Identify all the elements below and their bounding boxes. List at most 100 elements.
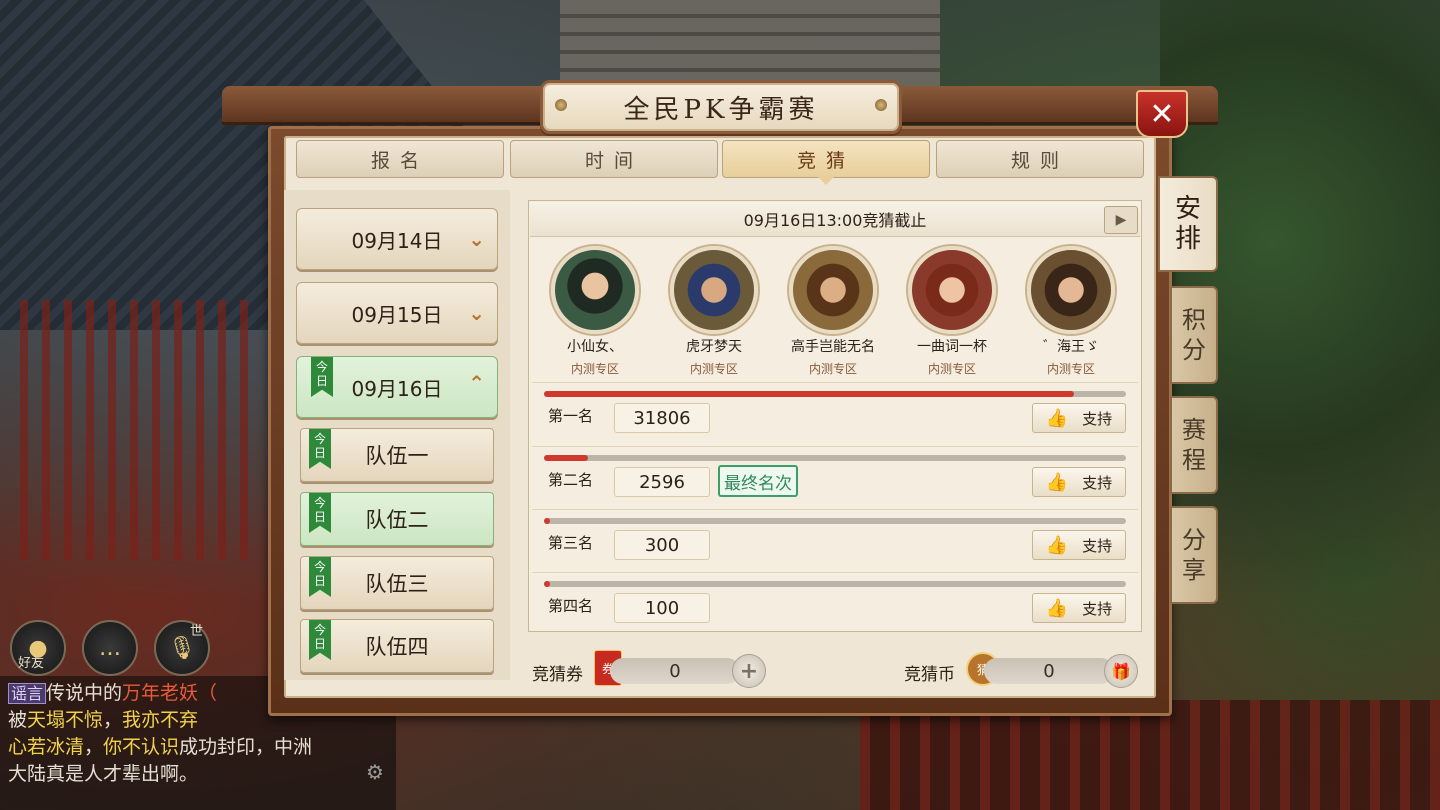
today-ribbon: 今日: [309, 429, 331, 469]
chat-player-name[interactable]: 天塌不惊: [27, 709, 103, 731]
vote-count: 300: [614, 530, 710, 560]
support-label: 支持: [1082, 536, 1113, 555]
tab-guess[interactable]: 竞猜: [722, 140, 930, 185]
player-card[interactable]: ゛海王ゞ 内测专区: [1016, 246, 1126, 377]
player-card[interactable]: 高手岂能无名 内测专区: [778, 246, 888, 377]
rank-row-1: 第一名 31806 👍 支持: [532, 382, 1138, 441]
rank-label: 第四名: [548, 597, 594, 615]
today-ribbon: 今日: [309, 493, 331, 533]
close-button[interactable]: ✕: [1136, 90, 1188, 138]
side-tab-label: 安排: [1175, 194, 1202, 254]
title-stud-icon: [875, 99, 887, 111]
coin-label: 竞猜币: [904, 665, 955, 685]
chat-text: （: [198, 682, 218, 704]
today-ribbon: 今日: [309, 620, 331, 660]
side-tab-label: 积分: [1182, 306, 1206, 364]
team-label: 队伍四: [365, 635, 429, 659]
tab-signup[interactable]: 报名: [296, 140, 504, 178]
vote-bar-fill: [544, 391, 1074, 397]
date-item-0915[interactable]: 09月15日 ⌄: [296, 282, 498, 344]
support-button[interactable]: 👍 支持: [1032, 593, 1126, 623]
video-camera-icon[interactable]: ▶: [1104, 206, 1138, 234]
rank-row-2: 第二名 2596 最终名次 👍 支持: [532, 446, 1138, 505]
support-label: 支持: [1082, 599, 1113, 618]
rank-row-3: 第三名 300 👍 支持: [532, 509, 1138, 568]
rank-row-4: 第四名 100 👍 支持: [532, 572, 1138, 631]
date-label: 09月14日: [351, 228, 443, 253]
side-tab-points[interactable]: 积分: [1170, 286, 1218, 384]
vote-bar: [544, 455, 1126, 461]
player-avatar: [1027, 246, 1115, 334]
chat-text: ，: [84, 736, 104, 758]
chat-text: 成功封印，中洲: [179, 736, 313, 758]
chat-settings-gear-icon[interactable]: ⚙: [366, 760, 388, 784]
chat-player-name[interactable]: 心若冰清: [8, 736, 84, 758]
player-name: 虎牙梦天: [686, 339, 742, 355]
tab-rules[interactable]: 规则: [936, 140, 1144, 178]
date-label: 09月16日: [351, 376, 443, 401]
dialog-title-text: 全民PK争霸赛: [623, 94, 819, 125]
tab-time[interactable]: 时间: [510, 140, 718, 178]
vote-bar-fill: [544, 581, 550, 587]
player-zone: 内测专区: [1046, 362, 1095, 376]
dialog-title: 全民PK争霸赛: [540, 80, 902, 134]
player-avatar: [551, 246, 639, 334]
chat-text: 被: [8, 709, 28, 731]
thumbs-up-icon: 👍: [1045, 597, 1069, 619]
chat-text: ，: [103, 709, 123, 731]
ticket-count: 0: [610, 658, 740, 684]
thumbs-up-icon: 👍: [1045, 534, 1069, 556]
today-ribbon: 今日: [311, 357, 333, 397]
chat-button[interactable]: …: [82, 620, 138, 676]
chat-highlight: 万年老妖: [122, 682, 199, 704]
add-ticket-plus-icon[interactable]: +: [732, 654, 766, 688]
today-ribbon: 今日: [309, 557, 331, 597]
player-zone: 内测专区: [808, 362, 857, 376]
player-zone: 内测专区: [570, 362, 619, 376]
support-label: 支持: [1082, 409, 1113, 428]
side-tab-schedule[interactable]: 安排: [1158, 176, 1218, 272]
vote-bar: [544, 581, 1126, 587]
side-tab-label: 赛程: [1182, 416, 1206, 474]
team-item-4[interactable]: 今日 队伍四: [300, 619, 494, 673]
close-icon: ✕: [1149, 96, 1175, 132]
player-card[interactable]: 一曲词一杯 内测专区: [897, 246, 1007, 377]
chevron-up-icon: ⌃: [468, 371, 485, 395]
player-avatar: [789, 246, 877, 334]
world-channel-label: 世: [190, 624, 204, 639]
support-button[interactable]: 👍 支持: [1032, 530, 1126, 560]
date-label: 09月15日: [351, 302, 443, 327]
player-name: 小仙女、: [567, 339, 623, 355]
chat-player-name[interactable]: 你不认识: [103, 736, 179, 758]
team-item-1[interactable]: 今日 队伍一: [300, 428, 494, 482]
date-item-0916[interactable]: 今日 09月16日 ⌃: [296, 356, 498, 418]
team-item-2[interactable]: 今日 队伍二: [300, 492, 494, 546]
player-card[interactable]: 小仙女、 内测专区: [540, 246, 650, 377]
ticket-label: 竞猜券: [532, 665, 583, 685]
side-tab-share[interactable]: 分享: [1170, 506, 1218, 604]
vote-count: 2596: [614, 467, 710, 497]
support-button[interactable]: 👍 支持: [1032, 467, 1126, 497]
team-item-3[interactable]: 今日 队伍三: [300, 556, 494, 610]
vote-bar-fill: [544, 455, 588, 461]
chat-player-name[interactable]: 我亦不弃: [122, 709, 198, 731]
thumbs-up-icon: 👍: [1045, 471, 1069, 493]
player-avatar: [908, 246, 996, 334]
side-tab-label: 分享: [1182, 526, 1206, 584]
chat-line-3: 心若冰清，你不认识成功封印，中洲: [8, 734, 388, 761]
player-zone: 内测专区: [689, 362, 738, 376]
gift-icon[interactable]: 🎁: [1104, 654, 1138, 688]
coin-count: 0: [984, 658, 1114, 684]
currency-bar: 竞猜券 券 0 + 竞猜币 猜 0 🎁: [528, 648, 1142, 694]
rank-label: 第三名: [548, 534, 594, 552]
support-button[interactable]: 👍 支持: [1032, 403, 1126, 433]
final-rank-badge: 最终名次: [718, 465, 798, 497]
date-item-0914[interactable]: 09月14日 ⌄: [296, 208, 498, 270]
vote-count: 100: [614, 593, 710, 623]
player-name: ゛海王ゞ: [1043, 339, 1099, 355]
microphone-icon: 🎙: [168, 635, 196, 661]
vote-bar-fill: [544, 518, 550, 524]
side-tab-bracket[interactable]: 赛程: [1170, 396, 1218, 494]
player-card[interactable]: 虎牙梦天 内测专区: [659, 246, 769, 377]
chevron-down-icon: ⌄: [468, 227, 485, 251]
